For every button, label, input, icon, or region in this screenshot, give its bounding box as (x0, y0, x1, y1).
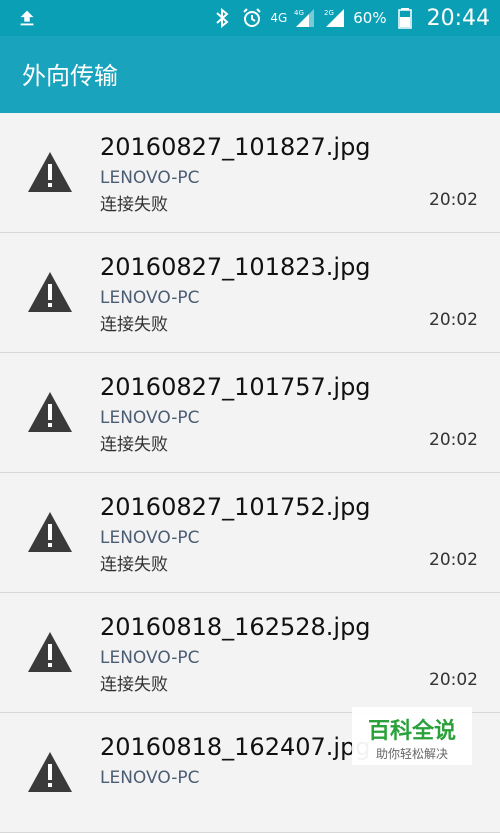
device-name: LENOVO-PC (100, 648, 200, 668)
transfer-time: 20:02 (429, 190, 478, 210)
transfer-status: 连接失败 (100, 435, 168, 455)
network-4g-label: 4G (270, 11, 288, 25)
list-item[interactable]: 20160827_101752.jpg LENOVO-PC 连接失败 20:02 (0, 473, 500, 593)
bluetooth-icon (216, 7, 229, 29)
list-item[interactable]: 20160827_101823.jpg LENOVO-PC 连接失败 20:02 (0, 233, 500, 353)
list-item[interactable]: 20160827_101827.jpg LENOVO-PC 连接失败 20:02 (0, 113, 500, 233)
transfer-status: 连接失败 (100, 555, 168, 575)
signal-4g-tag: 4G (294, 9, 304, 17)
battery-icon (397, 8, 412, 29)
app-bar: 外向传输 (0, 36, 500, 113)
upload-arrow-icon (20, 10, 34, 26)
list-item[interactable]: 20160818_162528.jpg LENOVO-PC 连接失败 20:02 (0, 593, 500, 713)
page-title: 外向传输 (22, 62, 118, 90)
transfer-time: 20:02 (429, 550, 478, 570)
device-name: LENOVO-PC (100, 288, 200, 308)
watermark-title: 百科全说 (367, 719, 456, 744)
device-name: LENOVO-PC (100, 408, 200, 428)
warning-icon (28, 392, 72, 432)
warning-icon (28, 152, 72, 192)
warning-icon (28, 752, 72, 792)
file-name: 20160818_162407.jpg (100, 733, 371, 761)
status-bar: 4G 4G 2G 60% 20:44 (0, 0, 500, 36)
device-name: LENOVO-PC (100, 168, 200, 188)
transfer-time: 20:02 (429, 430, 478, 450)
alarm-icon (243, 8, 262, 27)
list-item[interactable]: 20160827_101757.jpg LENOVO-PC 连接失败 20:02 (0, 353, 500, 473)
transfer-time: 20:02 (429, 670, 478, 690)
device-name: LENOVO-PC (100, 528, 200, 548)
transfer-time: 20:02 (429, 310, 478, 330)
signal-2g-tag: 2G (324, 9, 334, 17)
signal-2g-icon: 2G (324, 9, 345, 27)
file-name: 20160827_101757.jpg (100, 373, 371, 401)
clock: 20:44 (426, 5, 490, 31)
transfer-status: 连接失败 (100, 675, 168, 695)
file-name: 20160827_101823.jpg (100, 253, 371, 281)
signal-4g-icon: 4G (294, 9, 315, 27)
watermark-subtitle: 助你轻松解决 (375, 747, 448, 761)
device-name: LENOVO-PC (100, 768, 200, 788)
transfer-status: 连接失败 (100, 195, 168, 215)
warning-icon (28, 272, 72, 312)
warning-icon (28, 632, 72, 672)
file-name: 20160827_101752.jpg (100, 493, 371, 521)
battery-percent: 60% (353, 9, 387, 27)
file-name: 20160818_162528.jpg (100, 613, 371, 641)
transfer-status: 连接失败 (100, 315, 168, 335)
status-icons: 4G 4G 2G 60% 20:44 (210, 0, 490, 36)
warning-icon (28, 512, 72, 552)
watermark-logo: 百科全说 助你轻松解决 (352, 707, 472, 765)
file-name: 20160827_101827.jpg (100, 133, 371, 161)
